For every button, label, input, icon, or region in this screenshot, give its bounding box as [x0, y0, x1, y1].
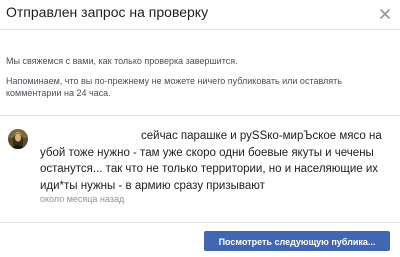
footer-divider — [0, 222, 400, 223]
next-post-button[interactable]: Посмотреть следующую публика... — [204, 231, 390, 251]
restriction-reminder-text: Напоминаем, что вы по-прежнему не можете… — [6, 76, 342, 98]
dialog-header: Отправлен запрос на проверку — [0, 0, 400, 30]
review-info-text: Мы свяжемся с вами, как только проверка … — [6, 56, 238, 66]
dialog-title: Отправлен запрос на проверку — [6, 4, 209, 20]
divider — [0, 115, 400, 116]
close-icon[interactable] — [378, 7, 392, 21]
comment-text: сейчас парашке и руSSко-мирЪское мясо на… — [40, 130, 382, 192]
comment-timestamp: около месяца назад — [40, 194, 125, 204]
review-request-dialog: Отправлен запрос на проверку Мы свяжемся… — [0, 0, 400, 257]
avatar — [8, 129, 28, 149]
